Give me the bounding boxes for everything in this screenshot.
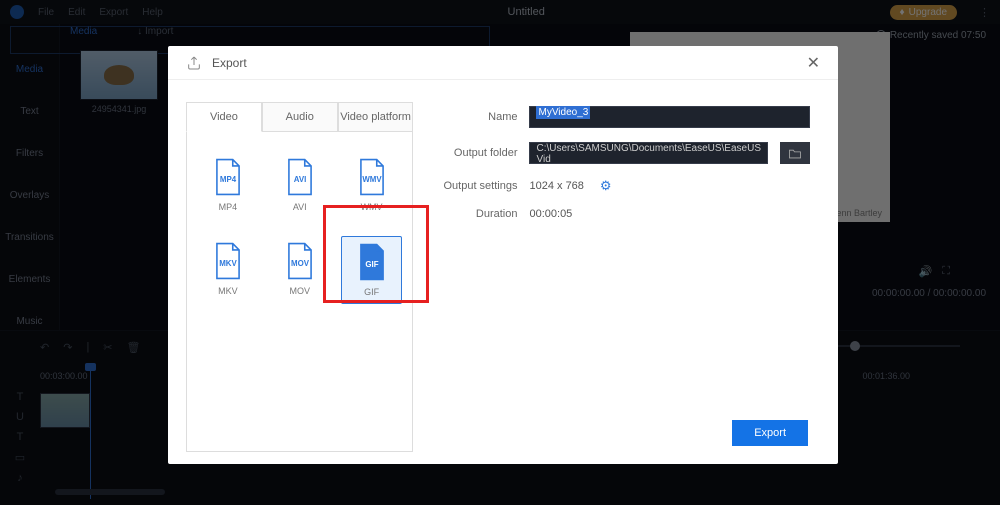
format-tabs: Video Audio Video platform [186,102,413,132]
svg-text:MOV: MOV [291,259,310,268]
tab-video-platform[interactable]: Video platform [338,102,414,132]
folder-input[interactable]: C:\Users\SAMSUNG\Documents\EaseUS\EaseUS… [529,142,768,164]
browse-button[interactable] [780,142,810,164]
duration-label: Duration [437,208,517,220]
svg-text:MP4: MP4 [220,175,237,184]
dialog-title: Export [212,56,247,70]
export-button[interactable]: Export [732,420,808,446]
format-mp4[interactable]: MP4 MP4 [197,152,259,218]
settings-label: Output settings [437,180,517,192]
duration-value: 00:00:05 [529,208,572,220]
file-icon: GIF [356,243,388,281]
settings-gear-icon[interactable]: ⚙ [600,178,612,194]
format-mov[interactable]: MOV MOV [269,236,331,304]
export-dialog: Export ✕ Video Audio Video platform MP4 … [168,46,838,464]
close-button[interactable]: ✕ [807,53,820,73]
file-icon: MOV [284,242,316,280]
format-label: AVI [293,202,307,212]
file-icon: AVI [284,158,316,196]
tab-audio[interactable]: Audio [262,102,338,132]
folder-label: Output folder [437,147,517,159]
svg-text:GIF: GIF [365,260,378,269]
tab-video[interactable]: Video [186,102,262,132]
format-label: MKV [218,286,238,296]
format-wmv[interactable]: WMV WMV [341,152,403,218]
format-mkv[interactable]: MKV MKV [197,236,259,304]
file-icon: MP4 [212,158,244,196]
format-avi[interactable]: AVI AVI [269,152,331,218]
svg-text:AVI: AVI [293,175,306,184]
svg-text:MKV: MKV [219,259,237,268]
format-label: GIF [364,287,379,297]
file-icon: WMV [356,158,388,196]
name-input[interactable]: MyVideo_3 [529,106,810,128]
folder-icon [788,148,802,159]
format-gif[interactable]: GIF GIF [341,236,403,304]
settings-value: 1024 x 768 [529,180,583,192]
format-label: WMV [361,202,383,212]
export-icon [186,55,202,71]
svg-text:WMV: WMV [362,175,382,184]
name-label: Name [437,111,517,123]
format-label: MOV [289,286,310,296]
format-label: MP4 [219,202,238,212]
file-icon: MKV [212,242,244,280]
